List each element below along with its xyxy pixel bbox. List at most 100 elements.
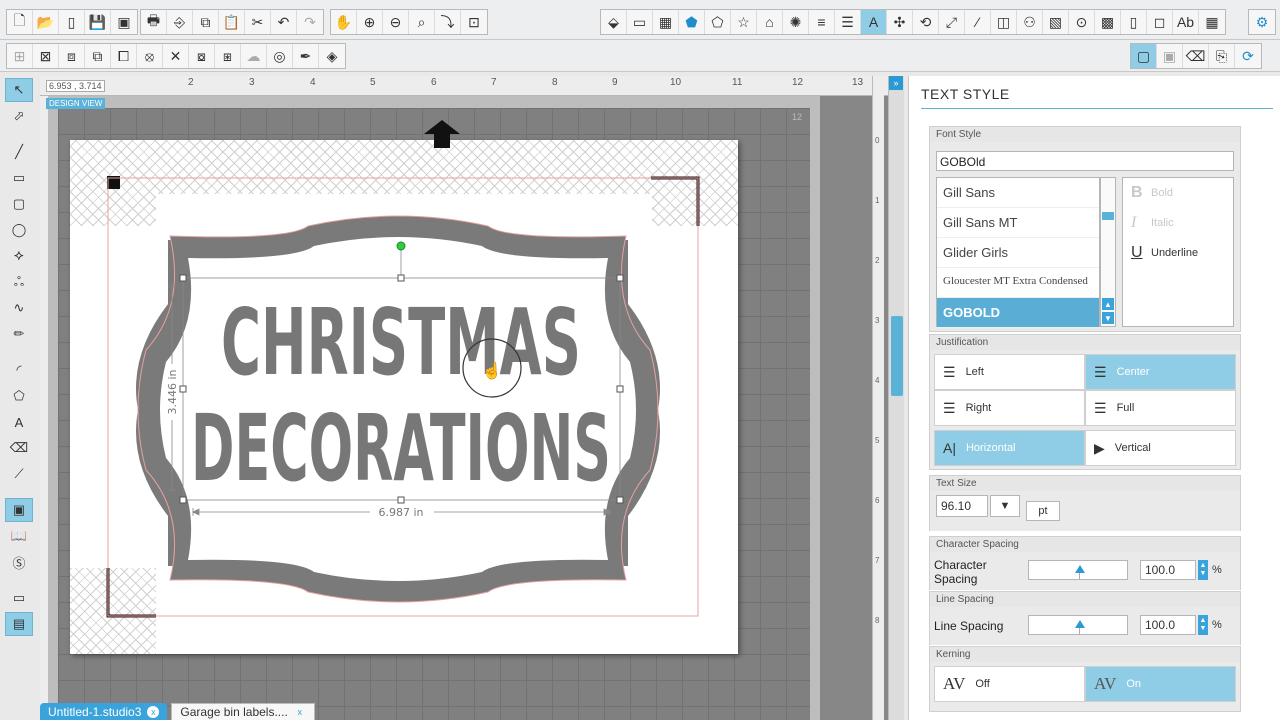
underline-option[interactable]: U Underline xyxy=(1123,238,1233,268)
transform-icon[interactable]: ✣ xyxy=(887,10,913,34)
close-tab-icon[interactable]: x xyxy=(294,706,306,718)
target-icon[interactable]: ◎ xyxy=(267,44,293,68)
redo-icon[interactable]: ↷ xyxy=(297,10,323,34)
sketch-icon[interactable]: ⁄ xyxy=(965,10,991,34)
bold-option[interactable]: B Bold xyxy=(1123,178,1233,208)
grid-icon[interactable]: ▦ xyxy=(653,10,679,34)
design-page-icon[interactable]: ▣ xyxy=(5,498,33,522)
line-spacing-icon[interactable]: ☰ xyxy=(835,10,861,34)
rotate-handle[interactable] xyxy=(396,241,406,251)
font-item-gill-sans[interactable]: Gill Sans xyxy=(937,178,1099,208)
character-spacing-input[interactable]: 100.0 xyxy=(1140,560,1196,580)
bring-forward-icon[interactable]: ⧇ xyxy=(189,44,215,68)
text-vertical-button[interactable]: ▶ Vertical xyxy=(1085,430,1236,466)
text-size-unit[interactable]: pt xyxy=(1026,501,1060,521)
send-backward-icon[interactable]: ⧆ xyxy=(215,44,241,68)
font-item-gill-sans-mt[interactable]: Gill Sans MT xyxy=(937,208,1099,238)
design-text-line1[interactable]: CHRISTMAS xyxy=(221,289,581,396)
show-panel-icon[interactable]: ▢ xyxy=(1131,44,1157,68)
release-compound-icon[interactable]: ⧉ xyxy=(85,44,111,68)
slider-knob[interactable] xyxy=(1075,565,1085,573)
print-cut-icon[interactable]: ◻ xyxy=(1147,10,1173,34)
resize-handle-bl[interactable] xyxy=(179,496,187,504)
save-icon[interactable]: 💾 xyxy=(85,10,111,34)
scale-icon[interactable]: ⤢ xyxy=(939,10,965,34)
italic-option[interactable]: I Italic xyxy=(1123,208,1233,238)
eraser-icon[interactable]: ⌫ xyxy=(1183,44,1209,68)
character-spacing-slider[interactable] xyxy=(1028,560,1128,580)
regular-polygon-icon[interactable]: ⬠ xyxy=(5,384,33,408)
font-list-scroll-thumb[interactable] xyxy=(1102,212,1114,220)
polygon-tool-icon[interactable]: ⯎ xyxy=(5,244,33,268)
library-icon[interactable]: ▯ xyxy=(59,10,85,34)
fit-to-page-icon[interactable]: ⊡ xyxy=(461,10,487,34)
spinner-icon[interactable]: ▲ ▼ xyxy=(1198,615,1208,635)
kerning-off-button[interactable]: AV Off xyxy=(934,666,1085,702)
copy-icon[interactable]: ⧉ xyxy=(193,10,219,34)
print-icon[interactable]: 🖶 xyxy=(141,10,167,34)
spinner-icon[interactable]: ▲ ▼ xyxy=(1198,560,1208,580)
slider-knob[interactable] xyxy=(1075,620,1085,628)
tab-garage-bin-labels[interactable]: Garage bin labels.... x xyxy=(171,703,315,720)
image-effects-icon[interactable]: ▩ xyxy=(1095,10,1121,34)
font-item-glider-girls[interactable]: Glider Girls xyxy=(937,238,1099,268)
window-icon[interactable]: ▭ xyxy=(5,586,33,610)
subtract-icon[interactable]: ⦻ xyxy=(137,44,163,68)
resize-handle-b[interactable] xyxy=(397,496,405,504)
send-panel-icon[interactable]: ▯ xyxy=(1121,10,1147,34)
ungroup-icon[interactable]: ⊠ xyxy=(33,44,59,68)
ellipse-tool-icon[interactable]: ◯ xyxy=(5,218,33,242)
text-size-input[interactable]: 96.10 xyxy=(936,495,988,517)
line-spacing-slider[interactable] xyxy=(1028,615,1128,635)
line-style-icon[interactable]: ⌂ xyxy=(757,10,783,34)
resize-handle-br[interactable] xyxy=(616,496,624,504)
send-icon[interactable]: ⎘ xyxy=(1209,44,1235,68)
rounded-rectangle-icon[interactable]: ▢ xyxy=(5,192,33,216)
freehand-tool-icon[interactable]: ∿ xyxy=(5,296,33,320)
scroll-up-icon[interactable]: ▲ xyxy=(1102,298,1114,310)
split-view-icon[interactable]: ▤ xyxy=(5,612,33,636)
eraser-tool-icon[interactable]: ⌫ xyxy=(5,436,33,460)
design-page[interactable]: CHRISTMAS DECORATIONS 6.987 in 3.446 in … xyxy=(70,140,738,654)
fill-color-icon[interactable]: ⬟ xyxy=(679,10,705,34)
trace-icon[interactable]: ⊙ xyxy=(1069,10,1095,34)
justify-left-button[interactable]: ☰ Left xyxy=(934,354,1085,390)
page-setup-icon[interactable]: ▭ xyxy=(627,10,653,34)
resize-handle-l[interactable] xyxy=(179,385,187,393)
compound-path-icon[interactable]: ⧈ xyxy=(59,44,85,68)
line-color-icon[interactable]: ☆ xyxy=(731,10,757,34)
settings-gear-icon[interactable]: ⚙ xyxy=(1249,10,1275,34)
font-list-scrollbar[interactable]: ▲ ▼ xyxy=(1100,177,1116,327)
scroll-down-icon[interactable]: ▼ xyxy=(1102,312,1114,324)
arc-tool-icon[interactable]: ◜ xyxy=(5,358,33,382)
zoom-selection-icon[interactable]: ⌕ xyxy=(409,10,435,34)
pencil-tool-icon[interactable]: ✏ xyxy=(5,322,33,346)
send-to-cutter-icon[interactable]: ⎆ xyxy=(167,10,193,34)
modify-icon[interactable]: ⚇ xyxy=(1017,10,1043,34)
design-canvas[interactable]: 12 CHRISTMAS DECORATIONS 6.987 in 3.446 … xyxy=(40,76,888,720)
resize-handle-tr[interactable] xyxy=(616,274,624,282)
fill-bucket-icon[interactable]: ⬙ xyxy=(601,10,627,34)
open-folder-icon[interactable]: 📂 xyxy=(33,10,59,34)
justify-full-button[interactable]: ☰ Full xyxy=(1085,390,1236,426)
library-book-icon[interactable]: 📖 xyxy=(5,524,33,548)
color-palette-icon[interactable]: ≡ xyxy=(809,10,835,34)
rotate-icon[interactable]: ⟲ xyxy=(913,10,939,34)
line-spacing-input[interactable]: 100.0 xyxy=(1140,615,1196,635)
edit-points-icon[interactable]: ⬀ xyxy=(5,104,33,128)
pan-hand-icon[interactable]: ✋ xyxy=(331,10,357,34)
text-tool-icon[interactable]: A xyxy=(5,410,33,434)
font-item-gloucester[interactable]: Gloucester MT Extra Condensed xyxy=(937,268,1099,298)
resize-handle-tl[interactable] xyxy=(179,274,187,282)
canvas-vertical-scrollbar[interactable] xyxy=(888,76,904,720)
text-horizontal-button[interactable]: A| Horizontal xyxy=(934,430,1085,466)
weld-icon[interactable]: ⧠ xyxy=(111,44,137,68)
design-grid-icon[interactable]: ▦ xyxy=(1199,10,1225,34)
fill-gradient-icon[interactable]: ⬠ xyxy=(705,10,731,34)
paste-icon[interactable]: 📋 xyxy=(219,10,245,34)
text-to-path-icon[interactable]: Ab xyxy=(1173,10,1199,34)
store-icon[interactable]: Ⓢ xyxy=(5,550,33,574)
close-tab-icon[interactable]: x xyxy=(147,705,160,718)
save-to-cloud-icon[interactable]: ▣ xyxy=(111,10,137,34)
resize-handle-r[interactable] xyxy=(616,385,624,393)
